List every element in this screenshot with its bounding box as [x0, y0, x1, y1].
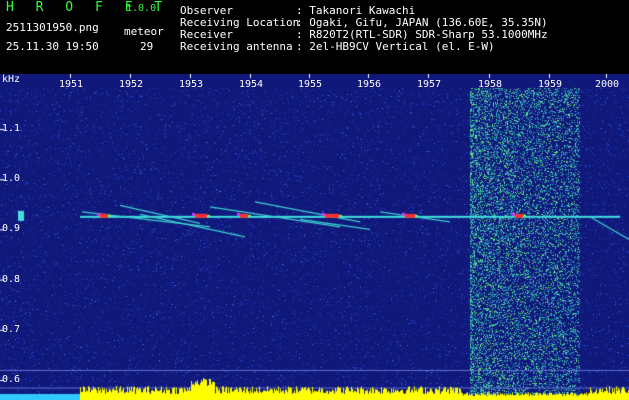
info-label-antenna: Receiving antenna — [180, 40, 293, 53]
spectrogram-canvas — [0, 74, 629, 400]
y-axis-unit: kHz — [2, 74, 21, 85]
x-tick-label: 1958 — [478, 79, 503, 90]
y-tick-label: 0.9 — [2, 223, 21, 235]
x-tick-label: 1954 — [239, 79, 264, 90]
datetime-stamp: 25.11.30 19:50 — [6, 40, 99, 53]
x-tick-label: 1955 — [298, 79, 323, 90]
header-panel: H R O F F T 1.0.0 2511301950.png meteor … — [0, 0, 629, 74]
app-version: 1.0.0 — [126, 3, 157, 14]
x-tick-label: 1953 — [179, 79, 204, 90]
x-tick-label: 2000 — [595, 79, 620, 90]
x-tick-label: 1951 — [59, 79, 84, 90]
info-value-antenna: : 2el-HB9CV Vertical (el. E-W) — [296, 40, 495, 53]
y-tick-label: 1.0 — [2, 173, 21, 185]
y-tick-label: 0.6 — [2, 374, 21, 385]
x-tick-label: 1957 — [417, 79, 442, 90]
y-tick-label: 0.8 — [2, 273, 21, 285]
x-tick-label: 1956 — [357, 79, 382, 90]
x-tick-label: 1959 — [538, 79, 563, 90]
x-tick-label: 1952 — [119, 79, 144, 90]
meteor-count-label: meteor — [124, 25, 164, 38]
meteor-count-value: 29 — [140, 40, 154, 53]
file-name: 2511301950.png — [6, 21, 99, 34]
y-tick-label: 1.1 — [2, 123, 21, 134]
y-tick-label: 0.7 — [2, 323, 21, 335]
